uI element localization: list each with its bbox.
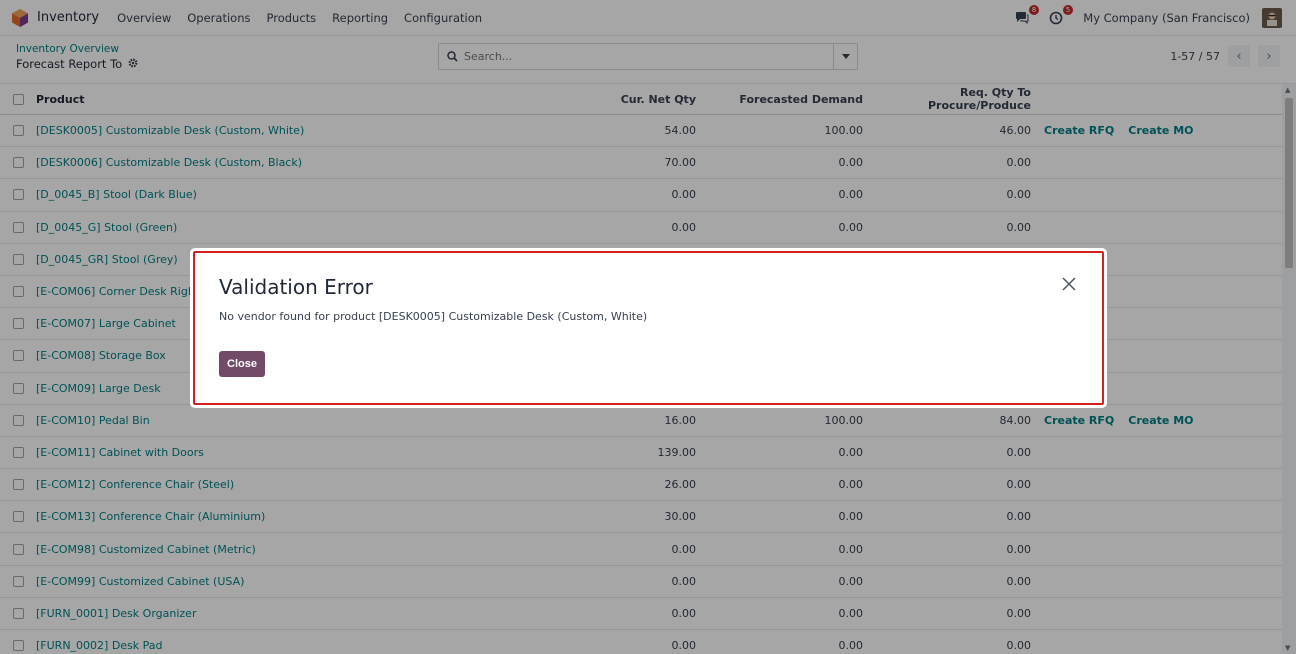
validation-error-dialog: Validation Error No vendor found for pro… [190, 248, 1107, 408]
close-button[interactable]: Close [219, 351, 265, 377]
dialog-message: No vendor found for product [DESK0005] C… [219, 310, 648, 323]
dialog-title: Validation Error [219, 275, 373, 299]
close-icon[interactable] [1062, 277, 1078, 293]
